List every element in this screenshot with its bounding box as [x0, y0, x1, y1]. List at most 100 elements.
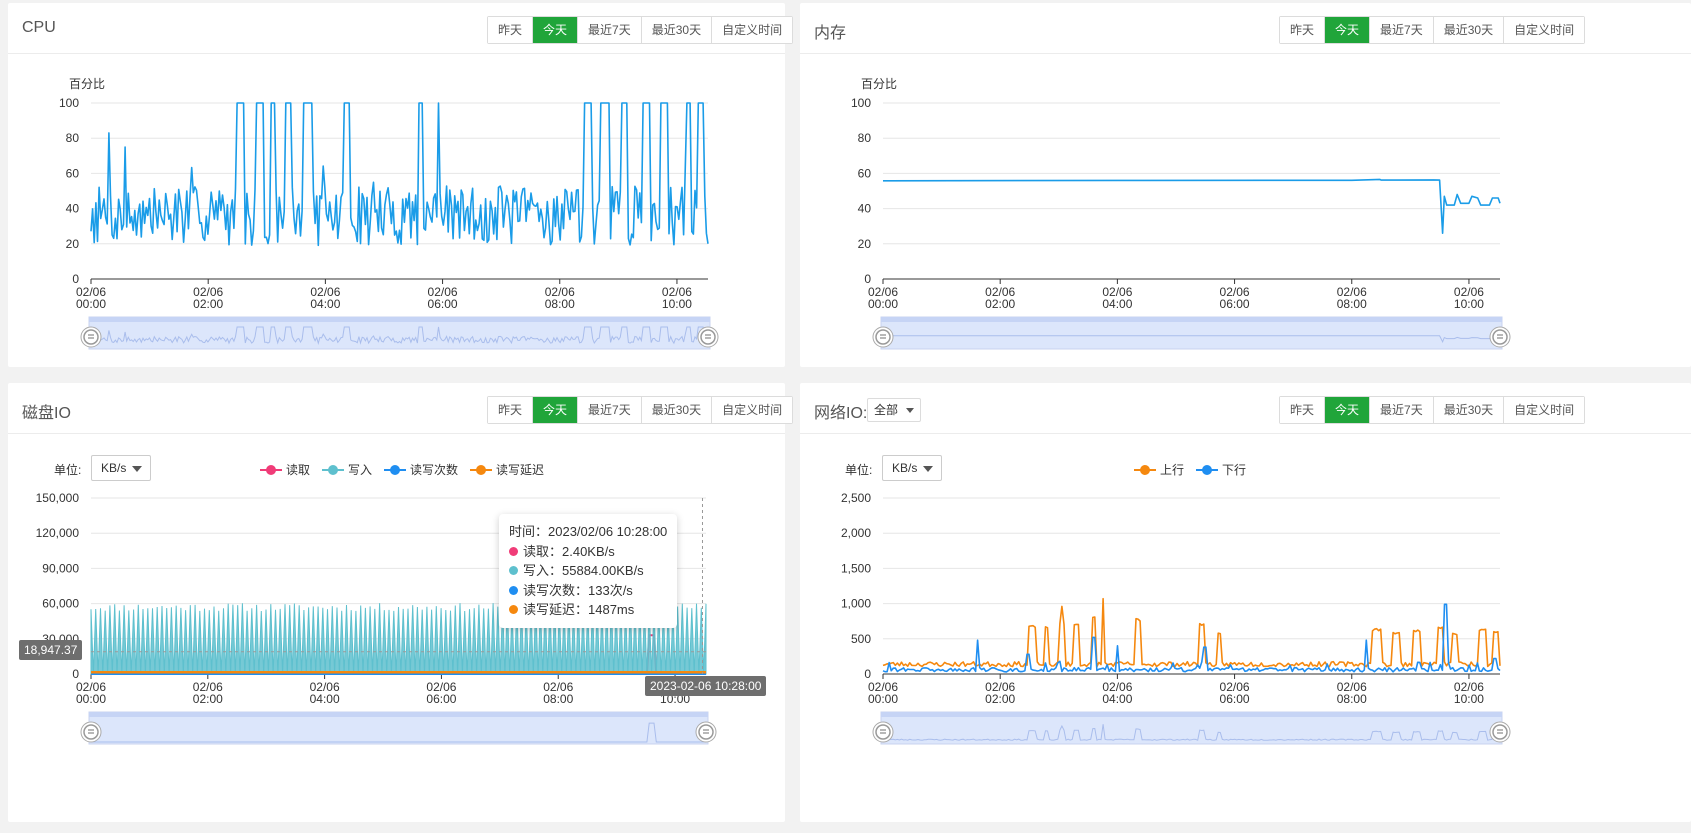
disk-tooltip-row-latency: 读写延迟：1487ms: [509, 600, 667, 620]
memory-range-last-7-days-button[interactable]: 最近7天: [1370, 17, 1434, 43]
iops-dot-icon: [509, 585, 518, 595]
disk-range-group: 昨天 今天 最近7天 最近30天 自定义时间: [487, 396, 794, 424]
write-dot-icon: [509, 566, 518, 575]
series-line: [90, 102, 709, 247]
disk-tooltip: 时间：2023/02/06 10:28:00 读取：2.40KB/s 写入：55…: [499, 514, 678, 628]
zoom-handle-left-icon[interactable]: [872, 721, 894, 743]
y-tick-label: 40: [66, 202, 80, 216]
memory-panel: 内存 昨天 今天 最近7天 最近30天 自定义时间 百分比 0 20 40 60 80 100 02/…: [800, 3, 1691, 367]
y-axis-label: 百分比: [861, 77, 897, 91]
zoom-handle-left-icon[interactable]: [80, 326, 102, 348]
memory-range-last-30-days-button[interactable]: 最近30天: [1433, 17, 1505, 43]
disk-range-last-30-days-button[interactable]: 最近30天: [641, 397, 713, 423]
disk-range-custom-time-button[interactable]: 自定义时间: [712, 397, 793, 423]
cpu-range-group: 昨天 今天 最近7天 最近30天 自定义时间: [487, 16, 794, 44]
zoom-handle-left-icon[interactable]: [80, 721, 102, 743]
y-tick-label: 60: [66, 166, 80, 180]
x-tick-label: 02:00: [193, 692, 223, 706]
memory-range-custom-time-button[interactable]: 自定义时间: [1504, 17, 1585, 43]
y-tick-label: 2,000: [841, 526, 871, 540]
y-tick-label: 80: [66, 131, 80, 145]
zoom-handle-right-icon[interactable]: [1489, 721, 1511, 743]
y-tick-label: 90,000: [42, 561, 79, 575]
cpu-panel: CPU 昨天 今天 最近7天 最近30天 自定义时间 百分比 0 20 40 60 80 100 02…: [8, 3, 794, 367]
disk-axis-pointer-x: 2023-02-06 10:28:00: [645, 676, 767, 696]
y-tick-label: 500: [851, 632, 871, 646]
x-tick-label: 04:00: [1102, 692, 1132, 706]
network-panel: 网络IO: 全部 昨天 今天 最近7天 最近30天 自定义时间 单位: KB/s 上行下…: [800, 383, 1691, 822]
y-tick-label: 120,000: [36, 526, 80, 540]
y-tick-label: 150,000: [36, 491, 80, 505]
network-range-custom-time-button[interactable]: 自定义时间: [1504, 397, 1585, 423]
x-tick-label: 08:00: [1337, 692, 1367, 706]
series-line: [882, 178, 1501, 234]
y-tick-label: 60,000: [42, 597, 79, 611]
cpu-range-yesterday-button[interactable]: 昨天: [488, 17, 534, 43]
x-tick-label: 00:00: [868, 297, 898, 311]
cpu-chart[interactable]: 百分比02040608010002/0600:0002/0602:0002/06…: [8, 63, 785, 363]
x-tick-label: 02:00: [985, 692, 1015, 706]
memory-range-today-button[interactable]: 今天: [1325, 17, 1371, 43]
y-tick-label: 0: [72, 667, 79, 681]
x-tick-label: 08:00: [543, 692, 573, 706]
memory-chart[interactable]: 百分比02040608010002/0600:0002/0602:0002/06…: [800, 63, 1691, 363]
y-tick-label: 40: [858, 202, 872, 216]
network-panel-title: 网络IO:: [814, 405, 868, 422]
y-tick-label: 20: [858, 237, 872, 251]
x-tick-label: 10:00: [1454, 692, 1484, 706]
x-tick-label: 08:00: [545, 297, 575, 311]
network-interface-select[interactable]: 全部: [867, 398, 922, 422]
disk-tooltip-row-iops: 读写次数：133次/s: [509, 581, 667, 601]
x-tick-label: 00:00: [76, 297, 106, 311]
disk-range-yesterday-button[interactable]: 昨天: [488, 397, 534, 423]
x-tick-label: 02:00: [193, 297, 223, 311]
cpu-range-custom-time-button[interactable]: 自定义时间: [712, 17, 793, 43]
cpu-range-today-button[interactable]: 今天: [533, 17, 579, 43]
y-tick-label: 100: [851, 96, 871, 110]
cpu-range-last-7-days-button[interactable]: 最近7天: [578, 17, 642, 43]
series-line-0: [882, 597, 1501, 668]
memory-panel-title: 内存: [814, 25, 847, 42]
network-chart[interactable]: 05001,0001,5002,0002,50002/0600:0002/060…: [800, 463, 1691, 833]
disk-range-last-7-days-button[interactable]: 最近7天: [578, 397, 642, 423]
zoom-handle-right-icon[interactable]: [697, 326, 719, 348]
disk-tooltip-write: 写入：55884.00KB/s: [523, 563, 644, 578]
zoom-handle-right-icon[interactable]: [1489, 326, 1511, 348]
network-range-last-30-days-button[interactable]: 最近30天: [1433, 397, 1505, 423]
latency-dot-icon: [509, 605, 518, 614]
disk-tooltip-latency: 读写延迟：1487ms: [523, 602, 635, 617]
network-range-group: 昨天 今天 最近7天 最近30天 自定义时间: [1279, 396, 1586, 424]
series-line-1: [882, 603, 1501, 673]
x-tick-label: 04:00: [310, 692, 340, 706]
y-tick-label: 80: [858, 131, 872, 145]
x-tick-label: 08:00: [1337, 297, 1367, 311]
x-tick-label: 04:00: [310, 297, 340, 311]
zoom-slider-bar[interactable]: [89, 317, 710, 322]
x-tick-label: 10:00: [1454, 297, 1484, 311]
network-range-yesterday-button[interactable]: 昨天: [1280, 397, 1326, 423]
network-range-last-7-days-button[interactable]: 最近7天: [1370, 397, 1434, 423]
zoom-slider-bar[interactable]: [881, 317, 1502, 322]
disk-tooltip-read: 读取：2.40KB/s: [523, 543, 615, 559]
x-tick-label: 10:00: [662, 297, 692, 311]
memory-range-group: 昨天 今天 最近7天 最近30天 自定义时间: [1279, 16, 1586, 44]
y-axis-label: 百分比: [69, 77, 105, 91]
disk-panel: 磁盘IO 昨天 今天 最近7天 最近30天 自定义时间 单位: KB/s 读取 写入 读写次…: [8, 383, 794, 822]
cpu-range-last-30-days-button[interactable]: 最近30天: [641, 17, 713, 43]
memory-range-yesterday-button[interactable]: 昨天: [1280, 17, 1326, 43]
zoom-slider-bar[interactable]: [881, 712, 1502, 717]
y-tick-label: 0: [72, 272, 79, 286]
x-tick-label: 06:00: [1220, 692, 1250, 706]
network-range-today-button[interactable]: 今天: [1325, 397, 1371, 423]
x-tick-label: 00:00: [76, 692, 106, 706]
disk-tooltip-iops: 读写次数：133次/s: [523, 582, 633, 598]
y-tick-label: 2,500: [841, 491, 871, 505]
zoom-slider-bar[interactable]: [89, 712, 708, 717]
disk-range-today-button[interactable]: 今天: [533, 397, 579, 423]
zoom-handle-left-icon[interactable]: [872, 326, 894, 348]
memory-panel-header: 内存 昨天 今天 最近7天 最近30天 自定义时间: [800, 3, 1691, 54]
disk-axis-pointer-y: 18,947.37: [19, 640, 83, 660]
y-tick-label: 60: [858, 166, 872, 180]
x-tick-label: 06:00: [1220, 297, 1250, 311]
zoom-handle-right-icon[interactable]: [695, 721, 717, 743]
